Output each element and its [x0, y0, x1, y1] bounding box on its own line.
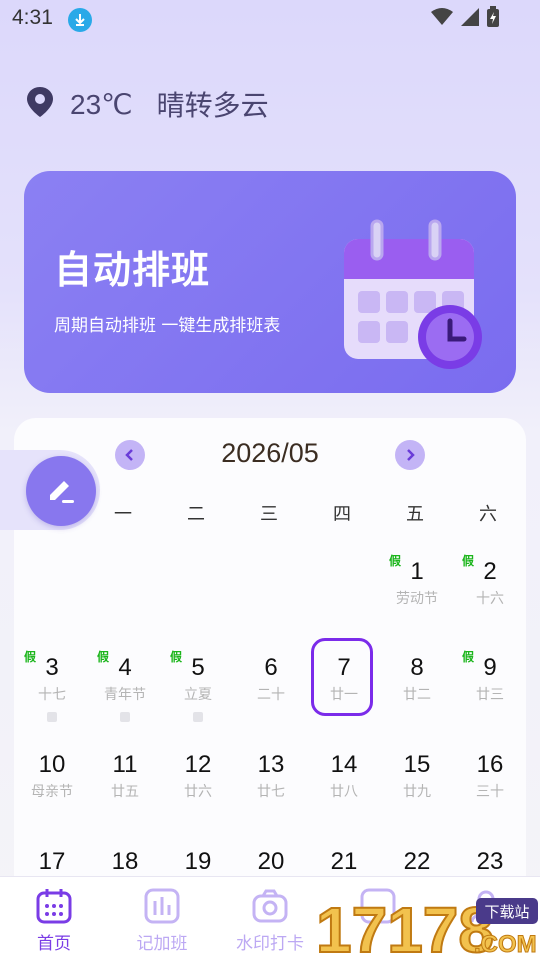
lunar-date: 廿八 — [330, 784, 358, 800]
watermark-suffix: .COM — [474, 931, 537, 958]
lunar-date: 廿九 — [403, 784, 431, 800]
calendar-day[interactable]: 16 三十 — [454, 751, 526, 831]
lunar-date: 廿一 — [330, 687, 358, 703]
lunar-date: 青年节 — [104, 687, 146, 703]
calendar-clock-illustration — [334, 209, 494, 373]
tab-label: 首页 — [37, 934, 71, 954]
weather-row: 23℃ 晴转多云 — [26, 84, 269, 124]
day-number: 17 — [38, 848, 66, 875]
calendar-day[interactable]: 6 二十 — [235, 654, 307, 734]
day-number: 11 — [112, 751, 138, 778]
day-number: 13 — [257, 751, 285, 778]
day-number: 19 — [184, 848, 212, 875]
day-number: 10 — [38, 751, 66, 778]
calendar-day[interactable]: 8 廿二 — [381, 654, 453, 734]
chevron-right-icon — [407, 449, 415, 461]
calendar-day[interactable]: 假 2 十六 — [454, 554, 526, 638]
watermark-badge: 下载站 — [484, 903, 529, 921]
auto-schedule-banner[interactable]: 自动排班 周期自动排班 一键生成排班表 — [24, 171, 516, 393]
day-number: 3 — [45, 654, 59, 681]
calendar-day[interactable]: 假 5 立夏 — [162, 650, 234, 734]
day-number: 9 — [483, 654, 497, 681]
temperature: 23℃ — [70, 88, 133, 120]
weekday-label: 四 — [333, 504, 351, 525]
day-number: 18 — [111, 848, 139, 875]
lunar-date: 廿二 — [403, 687, 431, 703]
calendar-day[interactable]: 12 廿六 — [162, 751, 234, 831]
download-notification-icon — [68, 8, 92, 32]
day-number: 20 — [257, 848, 285, 875]
weekday-label: 二 — [187, 504, 205, 525]
calendar-day[interactable]: 11 廿五 — [89, 751, 161, 831]
day-number: 21 — [330, 848, 358, 875]
edit-schedule-button[interactable] — [26, 456, 96, 526]
lunar-date: 立夏 — [184, 687, 212, 703]
calendar-day[interactable]: 假 3 十七 — [16, 650, 88, 734]
wifi-icon — [430, 7, 454, 31]
day-number: 1 — [410, 558, 424, 585]
lunar-date: 十六 — [476, 591, 504, 607]
calendar-day[interactable]: 10 母亲节 — [16, 751, 88, 831]
day-number: 22 — [403, 848, 431, 875]
tab-label: 水印打卡 — [236, 934, 304, 954]
banner-subtitle: 周期自动排班 一键生成排班表 — [54, 316, 281, 336]
watermark-text: 17178 — [316, 894, 494, 960]
weekday-label: 一 — [114, 504, 132, 525]
weekday-label: 五 — [406, 504, 424, 525]
day-number: 14 — [330, 751, 358, 778]
calendar-icon — [35, 887, 73, 925]
day-number: 12 — [184, 751, 212, 778]
calendar-day[interactable]: 假 1 劳动节 — [381, 554, 453, 638]
camera-icon — [251, 887, 289, 925]
day-number: 4 — [118, 654, 132, 681]
status-bar: 4:31 — [0, 0, 540, 40]
calendar-day[interactable]: 15 廿九 — [381, 751, 453, 831]
location-pin-icon — [26, 86, 54, 122]
day-number: 23 — [476, 848, 504, 875]
lunar-date: 二十 — [257, 687, 285, 703]
pencil-icon — [50, 481, 74, 503]
shift-marker — [47, 712, 57, 722]
lunar-date: 母亲节 — [31, 784, 73, 800]
status-time: 4:31 — [12, 6, 53, 29]
shift-marker — [193, 712, 203, 722]
day-number: 8 — [410, 654, 424, 681]
signal-icon — [460, 7, 480, 31]
tab-calendar[interactable]: 首页 — [4, 887, 104, 954]
calendar-day[interactable]: 13 廿七 — [235, 751, 307, 831]
weekday-label: 六 — [479, 504, 497, 525]
tab-camera[interactable]: 水印打卡 — [220, 887, 320, 954]
banner-title: 自动排班 — [54, 248, 211, 292]
weather-condition: 晴转多云 — [156, 89, 269, 122]
lunar-date: 十七 — [38, 687, 66, 703]
calendar-day[interactable]: 7 廿一 — [308, 638, 380, 734]
calendar-day[interactable]: 假 4 青年节 — [89, 650, 161, 734]
lunar-date: 劳动节 — [396, 591, 438, 607]
day-number: 16 — [476, 751, 504, 778]
day-number: 7 — [337, 654, 351, 681]
day-number: 2 — [483, 558, 497, 585]
lunar-date: 廿七 — [257, 784, 285, 800]
calendar-day[interactable]: 14 廿八 — [308, 751, 380, 831]
calendar-day[interactable]: 假 9 廿三 — [454, 650, 526, 734]
next-month-button[interactable] — [395, 440, 425, 470]
tab-chart[interactable]: 记加班 — [112, 887, 212, 954]
day-number: 6 — [264, 654, 278, 681]
shift-marker — [120, 712, 130, 722]
day-number: 5 — [191, 654, 205, 681]
lunar-date: 廿六 — [184, 784, 212, 800]
battery-icon — [486, 6, 500, 32]
site-watermark: 17178 下载站 .COM — [315, 892, 540, 960]
lunar-date: 廿五 — [111, 784, 139, 800]
weekday-label: 三 — [260, 504, 278, 525]
day-number: 15 — [403, 751, 431, 778]
lunar-date: 廿三 — [476, 687, 504, 703]
tab-label: 记加班 — [136, 934, 188, 954]
chart-icon — [143, 887, 181, 925]
lunar-date: 三十 — [476, 784, 504, 800]
